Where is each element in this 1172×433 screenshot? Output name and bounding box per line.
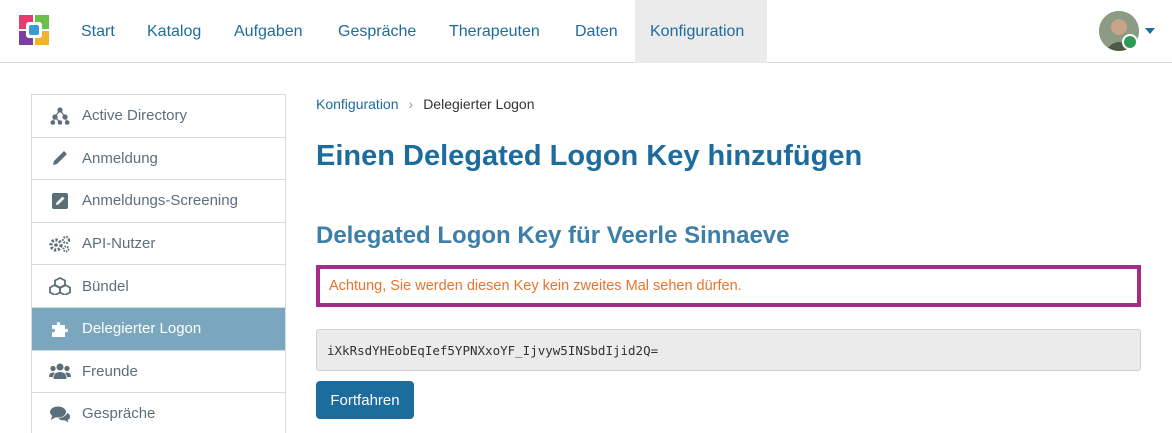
sidebar-item-buendel[interactable]: Bündel: [32, 265, 285, 308]
key-field[interactable]: iXkRsdYHEobEqIef5YPNXxoYF_Ijvyw5INSbdIji…: [316, 329, 1141, 371]
sidebar-item-label: Freunde: [82, 362, 138, 380]
edit-square-icon: [49, 191, 71, 211]
warning-text: Achtung, Sie werden diesen Key kein zwei…: [329, 278, 742, 294]
sidebar-item-gespraeche[interactable]: Gespräche: [32, 393, 285, 433]
nav-gespraeche[interactable]: Gespräche: [323, 0, 431, 63]
sidebar-item-anmeldungs-screening[interactable]: Anmeldungs-Screening: [32, 180, 285, 223]
sidebar-item-label: Active Directory: [82, 107, 188, 125]
nav-start[interactable]: Start: [66, 0, 130, 63]
breadcrumb-link-konfiguration[interactable]: Konfiguration: [316, 96, 399, 112]
sidebar-item-label: Anmeldung: [82, 149, 158, 167]
online-status-icon: [1122, 34, 1138, 50]
sidebar-item-label: Anmeldungs-Screening: [82, 192, 238, 210]
continue-button[interactable]: Fortfahren: [316, 381, 414, 419]
caret-down-icon[interactable]: [1145, 28, 1155, 34]
sitemap-icon: [49, 106, 71, 126]
breadcrumb-separator-icon: ›: [408, 96, 414, 112]
users-icon: [49, 361, 71, 381]
sidebar-item-api-nutzer[interactable]: API-Nutzer: [32, 223, 285, 266]
page-title: Einen Delegated Logon Key hinzufügen: [316, 140, 863, 172]
sidebar-item-label: Gespräche: [82, 405, 156, 423]
sidebar-item-freunde[interactable]: Freunde: [32, 351, 285, 394]
sidebar-item-label: Bündel: [82, 277, 129, 295]
key-value[interactable]: iXkRsdYHEobEqIef5YPNXxoYF_Ijvyw5INSbdIji…: [327, 343, 658, 358]
pencil-icon: [49, 148, 71, 168]
sidebar-item-anmeldung[interactable]: Anmeldung: [32, 138, 285, 181]
sidebar-item-active-directory[interactable]: Active Directory: [32, 95, 285, 138]
warning-alert: Achtung, Sie werden diesen Key kein zwei…: [316, 265, 1141, 307]
app-logo[interactable]: [18, 14, 50, 46]
sidebar-item-label: API-Nutzer: [82, 235, 156, 253]
comments-icon: [49, 404, 71, 424]
puzzle-icon: [49, 319, 71, 339]
sidebar-item-delegierter-logon[interactable]: Delegierter Logon: [32, 307, 285, 351]
nav-konfiguration[interactable]: Konfiguration: [635, 0, 767, 63]
sidebar-item-label: Delegierter Logon: [82, 320, 202, 338]
top-navbar: Start Katalog Aufgaben Gespräche Therape…: [0, 0, 1172, 63]
nav-daten[interactable]: Daten: [560, 0, 633, 63]
config-sidebar: Active Directory Anmeldung Anmeldungs-Sc…: [31, 94, 286, 433]
breadcrumb-current: Delegierter Logon: [423, 96, 535, 112]
gears-icon: [49, 234, 71, 254]
nav-katalog[interactable]: Katalog: [132, 0, 216, 63]
nav-aufgaben[interactable]: Aufgaben: [219, 0, 318, 63]
nav-therapeuten[interactable]: Therapeuten: [434, 0, 555, 63]
cubes-icon: [49, 276, 71, 296]
breadcrumb: Konfiguration › Delegierter Logon: [316, 96, 534, 112]
section-subtitle: Delegated Logon Key für Veerle Sinnaeve: [316, 222, 790, 249]
